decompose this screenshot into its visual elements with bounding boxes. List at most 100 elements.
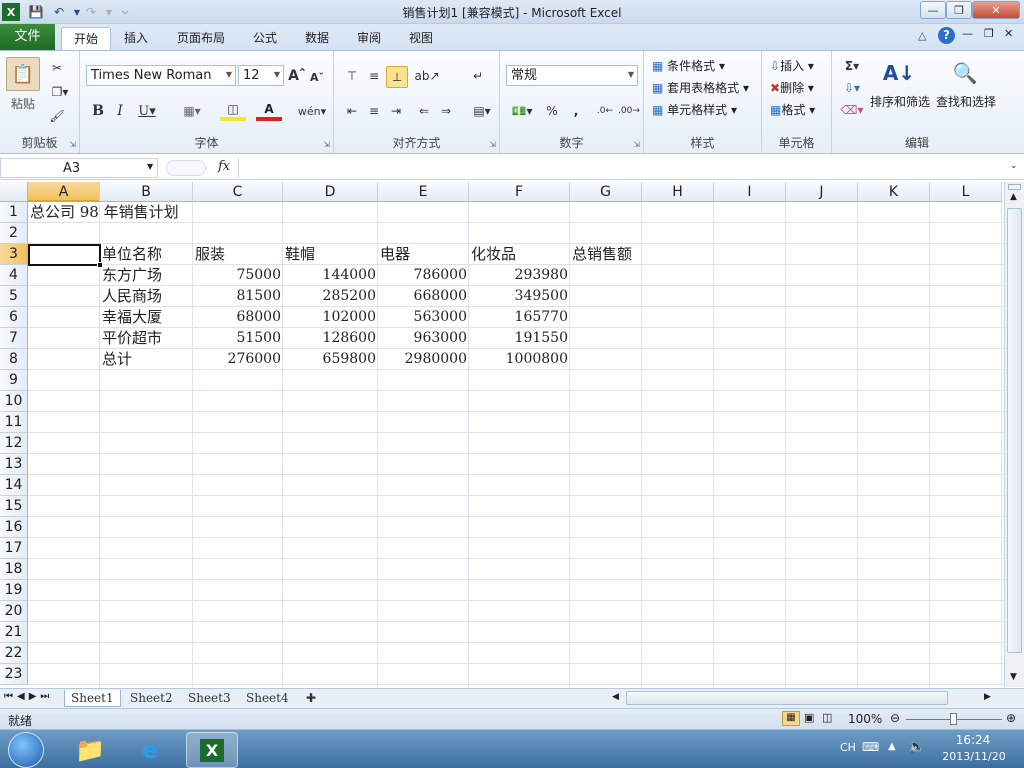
zoom-in-icon[interactable]: ⊕ [1006,711,1016,725]
sheet-tab-2[interactable]: Sheet2 [124,690,179,707]
row-header-20[interactable]: 20 [0,601,28,622]
doc-minimize-icon[interactable]: — [962,27,973,40]
cell-c4[interactable]: 75000 [193,265,283,286]
split-box[interactable] [1008,184,1021,190]
cell-e4[interactable]: 786000 [378,265,469,286]
row-header-8[interactable]: 8 [0,349,28,370]
decrease-indent-icon[interactable]: ⇐ [414,101,434,121]
row-header-21[interactable]: 21 [0,622,28,643]
spreadsheet-grid[interactable]: ABCDEFGHIJKL 1 2 3 4 5 6 7 8 9 10 11 12 13 14 15 16 17 18… [0,182,1004,687]
cell-d7[interactable]: 128600 [283,328,378,349]
sheet-tab-4[interactable]: Sheet4 [240,690,295,707]
help-icon[interactable]: ? [938,27,955,44]
row-header-10[interactable]: 10 [0,391,28,412]
column-header-g[interactable]: G [570,182,642,202]
cell-d5[interactable]: 285200 [283,286,378,307]
cell-g3[interactable]: 总销售额 [570,244,642,265]
sheet-nav-icons[interactable]: ⏮◀▶⏭ [4,691,53,702]
row-header-15[interactable]: 15 [0,496,28,517]
column-header-h[interactable]: H [642,182,714,202]
formula-input[interactable] [238,158,1008,178]
expand-formula-icon[interactable]: ⌄ [1010,161,1018,171]
select-all-corner[interactable] [0,182,28,202]
cut-icon[interactable]: ✂ [48,59,66,77]
column-header-d[interactable]: D [283,182,378,202]
row-header-6[interactable]: 6 [0,307,28,328]
cell-d3[interactable]: 鞋帽 [283,244,378,265]
zoom-slider-thumb[interactable] [950,713,957,725]
fill-color-icon[interactable]: ◫ [220,101,246,121]
row-header-4[interactable]: 4 [0,265,28,286]
cell-f6[interactable]: 165770 [469,307,570,328]
shrink-font-icon[interactable]: Aˇ [308,68,326,86]
cell-a1[interactable]: 总公司 98 年销售计划 [28,202,179,223]
row-header-7[interactable]: 7 [0,328,28,349]
zoom-level[interactable]: 100% [848,712,882,726]
cell-f4[interactable]: 293980 [469,265,570,286]
tab-home[interactable]: 开始 [61,27,112,50]
row-header-13[interactable]: 13 [0,454,28,475]
volume-icon[interactable]: 🔈 [908,739,925,755]
cell-b7[interactable]: 平价超市 [100,328,193,349]
cell-b3[interactable]: 单位名称 [100,244,193,265]
paste-icon[interactable]: 📋 [6,57,40,91]
increase-indent-icon[interactable]: ⇒ [436,101,456,121]
row-header-3[interactable]: 3 [0,244,28,265]
minimize-button[interactable]: — [920,1,946,19]
row-header-5[interactable]: 5 [0,286,28,307]
vertical-scrollbar[interactable]: ▲ ▼ [1004,182,1024,687]
row-header-22[interactable]: 22 [0,643,28,664]
find-select-icon[interactable]: 🔍 [950,57,980,89]
tab-data[interactable]: 数据 [293,27,341,50]
cell-c3[interactable]: 服装 [193,244,283,265]
find-select-button[interactable]: 查找和选择 [936,93,996,110]
row-header-1[interactable]: 1 [0,202,28,223]
comma-style-icon[interactable]: , [566,101,586,121]
doc-close-icon[interactable]: ✕ [1004,27,1013,40]
tab-review[interactable]: 审阅 [345,27,393,50]
cell-styles-button[interactable]: ▦ 单元格样式 ▾ [652,101,737,118]
align-top-icon[interactable]: ⊤ [342,66,362,86]
dialog-launcher-icon[interactable]: ⇲ [323,140,330,149]
row-header-23[interactable]: 23 [0,664,28,685]
tab-formulas[interactable]: 公式 [241,27,289,50]
wrap-text-icon[interactable]: ↵ [468,66,488,86]
insert-function-icon[interactable]: fx [218,159,230,174]
scroll-thumb[interactable] [1007,208,1022,653]
insert-sheet-icon[interactable]: ✚ [300,690,322,707]
copy-icon[interactable]: ❐▾ [48,83,72,101]
align-bottom-icon[interactable]: ⊥ [386,66,408,88]
align-right-icon[interactable]: ⇥ [386,101,406,121]
keyboard-icon[interactable]: ⌨ [862,740,879,754]
start-button[interactable] [8,732,44,768]
clear-icon[interactable]: ⌫▾ [840,101,864,119]
align-center-icon[interactable]: ≡ [364,101,384,121]
name-box-dropdown-icon[interactable]: ▼ [147,162,153,171]
increase-decimal-icon[interactable]: .0← [594,101,616,121]
format-cells-button[interactable]: ▦格式 ▾ [770,101,815,118]
column-header-i[interactable]: I [714,182,786,202]
align-middle-icon[interactable]: ≡ [364,66,384,86]
tab-file[interactable]: 文件 [0,24,55,50]
phonetic-icon[interactable]: wén▾ [296,101,328,121]
column-header-a[interactable]: A [28,182,100,202]
cell-e8[interactable]: 2980000 [378,349,469,370]
cell-e7[interactable]: 963000 [378,328,469,349]
scroll-up-icon[interactable]: ▲ [1010,192,1017,202]
cell-e3[interactable]: 电器 [378,244,469,265]
name-box[interactable]: A3 ▼ [0,158,158,178]
explorer-icon[interactable]: 📁 [64,732,116,768]
accounting-format-icon[interactable]: 💵▾ [508,101,536,121]
grow-font-icon[interactable]: Aˆ [288,66,306,86]
column-header-e[interactable]: E [378,182,469,202]
hscroll-thumb[interactable] [626,691,948,705]
row-header-17[interactable]: 17 [0,538,28,559]
conditional-format-button[interactable]: ▦ 条件格式 ▾ [652,57,725,74]
sort-filter-button[interactable]: 排序和筛选 [870,93,930,110]
cell-b4[interactable]: 东方广场 [100,265,193,286]
column-header-l[interactable]: L [930,182,1002,202]
autosum-icon[interactable]: Σ▾ [840,57,864,75]
font-size-combo[interactable]: 12 ▼ [238,65,284,86]
row-header-14[interactable]: 14 [0,475,28,496]
cell-c8[interactable]: 276000 [193,349,283,370]
